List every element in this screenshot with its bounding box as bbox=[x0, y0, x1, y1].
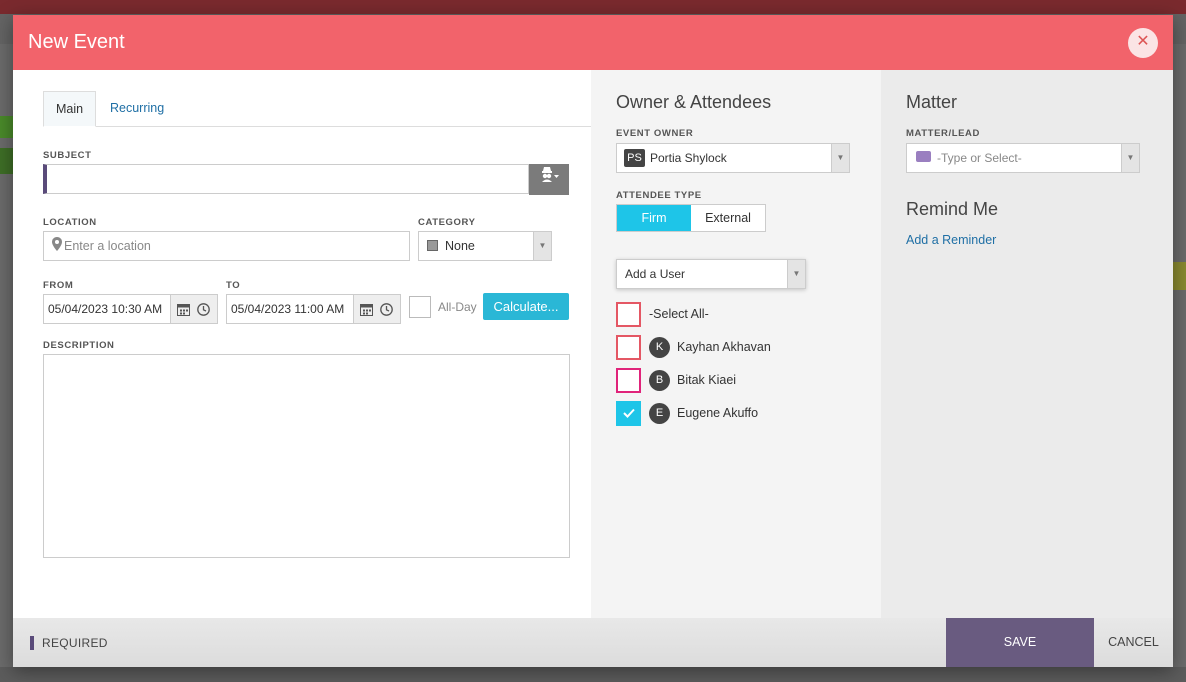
background-topbar bbox=[0, 0, 1186, 14]
add-user-select[interactable]: Add a User ▼ bbox=[616, 259, 806, 289]
attendee-type-firm[interactable]: Firm bbox=[617, 205, 691, 231]
all-day-checkbox[interactable] bbox=[409, 296, 431, 318]
select-all-row: -Select All- bbox=[616, 302, 816, 328]
add-user-label: Add a User bbox=[625, 267, 686, 281]
list-item: K Kayhan Akhavan bbox=[616, 335, 836, 361]
tab-main[interactable]: Main bbox=[43, 91, 97, 127]
clock-icon[interactable] bbox=[197, 303, 210, 316]
chevron-down-icon: ▼ bbox=[787, 260, 805, 288]
category-color-swatch bbox=[427, 240, 438, 251]
attendee-checkbox[interactable] bbox=[616, 335, 641, 360]
to-label: TO bbox=[226, 280, 241, 291]
chevron-down-icon: ▼ bbox=[533, 232, 551, 260]
event-owner-label: EVENT OWNER bbox=[616, 128, 694, 139]
new-event-modal: New Event ✕ Main Recurring SUBJECT LOCAT… bbox=[13, 15, 1173, 667]
avatar: E bbox=[649, 403, 670, 424]
select-all-checkbox[interactable] bbox=[616, 302, 641, 327]
select-all-label: -Select All- bbox=[649, 307, 709, 321]
owner-section-title: Owner & Attendees bbox=[616, 92, 772, 112]
background-event-marker bbox=[0, 148, 13, 174]
background-event-marker bbox=[0, 116, 13, 138]
close-button[interactable]: ✕ bbox=[1128, 28, 1158, 58]
location-input[interactable]: Enter a location bbox=[43, 231, 410, 261]
matter-select[interactable]: -Type or Select- ▼ bbox=[906, 143, 1140, 173]
modal-footer: REQUIRED SAVE CANCEL bbox=[13, 618, 1173, 667]
required-label: REQUIRED bbox=[42, 636, 108, 650]
to-picker-buttons bbox=[354, 294, 401, 324]
category-label: CATEGORY bbox=[418, 217, 476, 228]
owner-name: Portia Shylock bbox=[650, 151, 727, 165]
matter-panel: Matter MATTER/LEAD -Type or Select- ▼ Re… bbox=[881, 70, 1173, 618]
calendar-icon[interactable] bbox=[360, 303, 373, 316]
event-owner-select[interactable]: Portia Shylock ▼ bbox=[616, 143, 850, 173]
remind-me-title: Remind Me bbox=[906, 199, 999, 219]
close-icon: ✕ bbox=[1136, 33, 1150, 50]
all-day-label: All-Day bbox=[438, 300, 477, 314]
map-pin-icon bbox=[52, 237, 62, 251]
category-value: None bbox=[445, 239, 475, 253]
to-date-input[interactable]: 05/04/2023 11:00 AM bbox=[226, 294, 354, 324]
attendee-checkbox[interactable] bbox=[616, 401, 641, 426]
attendee-name: Eugene Akuffo bbox=[677, 406, 759, 420]
list-item: E Eugene Akuffo bbox=[616, 401, 836, 427]
attendee-name: Bitak Kiaei bbox=[677, 373, 737, 387]
avatar: B bbox=[649, 370, 670, 391]
description-label: DESCRIPTION bbox=[43, 340, 115, 351]
background-bottom bbox=[0, 667, 1186, 682]
from-picker-buttons bbox=[171, 294, 218, 324]
attendee-checkbox[interactable] bbox=[616, 368, 641, 393]
list-item: B Bitak Kiaei bbox=[616, 368, 836, 394]
subject-template-button[interactable] bbox=[529, 164, 569, 195]
tab-bar: Main Recurring bbox=[43, 91, 591, 127]
matter-label: MATTER/LEAD bbox=[906, 128, 980, 139]
matter-placeholder: -Type or Select- bbox=[937, 151, 1022, 165]
tab-recurring[interactable]: Recurring bbox=[98, 91, 176, 127]
required-indicator bbox=[30, 636, 34, 650]
chevron-down-icon: ▼ bbox=[1121, 144, 1139, 172]
modal-header: New Event ✕ bbox=[13, 15, 1173, 70]
incognito-icon bbox=[542, 167, 559, 182]
calculate-button[interactable]: Calculate... bbox=[483, 293, 569, 320]
checkmark-icon bbox=[622, 408, 635, 418]
chevron-down-icon: ▼ bbox=[831, 144, 849, 172]
attendee-name: Kayhan Akhavan bbox=[677, 340, 771, 354]
avatar: K bbox=[649, 337, 670, 358]
attendee-type-external[interactable]: External bbox=[691, 205, 765, 231]
subject-label: SUBJECT bbox=[43, 150, 92, 161]
calendar-icon[interactable] bbox=[177, 303, 190, 316]
subject-input[interactable] bbox=[43, 164, 529, 194]
avatar: PS bbox=[624, 149, 645, 167]
modal-title: New Event bbox=[28, 31, 125, 53]
matter-section-title: Matter bbox=[906, 92, 958, 112]
cancel-button[interactable]: CANCEL bbox=[1094, 618, 1173, 667]
location-label: LOCATION bbox=[43, 217, 97, 228]
add-reminder-link[interactable]: Add a Reminder bbox=[906, 233, 996, 247]
owner-attendees-panel: Owner & Attendees EVENT OWNER Portia Shy… bbox=[591, 70, 881, 618]
attendee-type-label: ATTENDEE TYPE bbox=[616, 190, 702, 201]
description-textarea[interactable] bbox=[43, 354, 570, 558]
clock-icon[interactable] bbox=[380, 303, 393, 316]
briefcase-icon bbox=[916, 151, 931, 162]
attendee-type-toggle: Firm External bbox=[616, 204, 766, 232]
from-date-input[interactable]: 05/04/2023 10:30 AM bbox=[43, 294, 171, 324]
from-label: FROM bbox=[43, 280, 74, 291]
save-button[interactable]: SAVE bbox=[946, 618, 1094, 667]
category-select[interactable]: None ▼ bbox=[418, 231, 552, 261]
background-event-marker bbox=[1173, 262, 1186, 290]
